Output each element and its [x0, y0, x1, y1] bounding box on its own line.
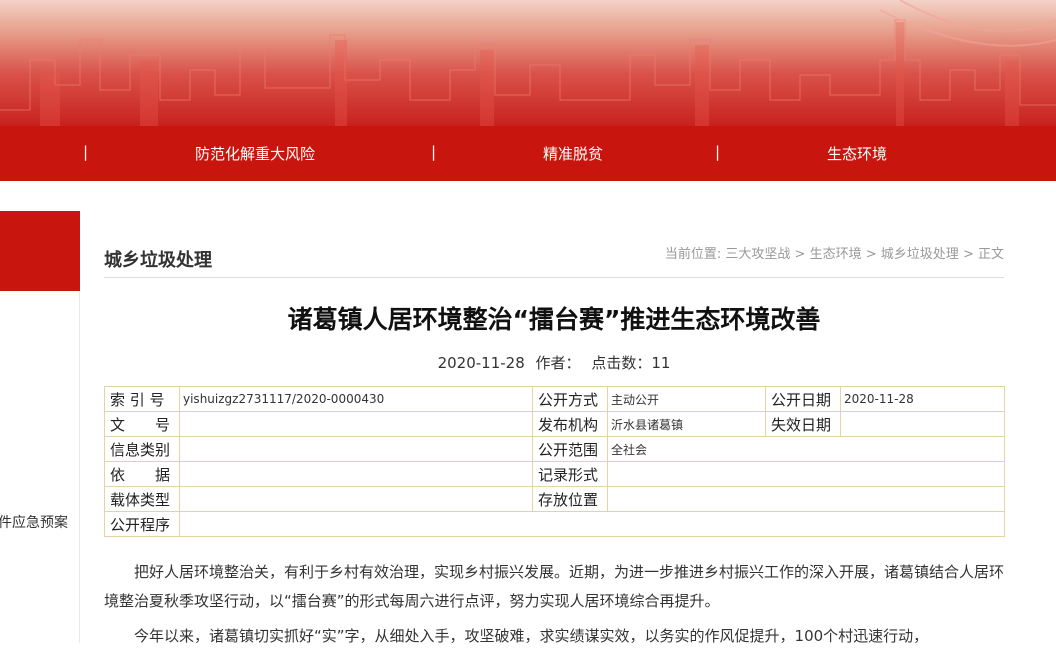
nav-item-risk[interactable]: 防范化解重大风险 — [195, 143, 315, 164]
section-divider — [104, 277, 1004, 278]
table-label: 记录形式 — [532, 461, 608, 487]
breadcrumb-item-battles[interactable]: 三大攻坚战 — [725, 247, 790, 262]
table-value — [179, 461, 533, 487]
table-label: 公开程序 — [104, 511, 180, 537]
article-hits-value: 11 — [651, 354, 671, 372]
table-label: 失效日期 — [765, 411, 841, 437]
table-value — [179, 511, 1005, 537]
table-label: 存放位置 — [532, 486, 608, 512]
table-value — [840, 411, 1005, 437]
breadcrumb: 当前位置: 三大攻坚战 > 生态环境 > 城乡垃圾处理 > 正文 — [665, 243, 1004, 262]
sidebar-divider — [79, 291, 80, 643]
table-row: 信息类别 公开范围 全社会 — [104, 436, 1005, 462]
breadcrumb-separator: > — [962, 247, 974, 262]
breadcrumb-separator: > — [794, 247, 806, 262]
breadcrumb-item-current: 正文 — [977, 247, 1004, 262]
table-label: 公开方式 — [532, 386, 608, 412]
nav-item-poverty[interactable]: 精准脱贫 — [543, 143, 603, 164]
section-title: 城乡垃圾处理 — [104, 250, 212, 271]
article-author-label: 作者： — [535, 354, 581, 372]
article-hits: 点击数：11 — [591, 354, 670, 372]
table-value: 2020-11-28 — [840, 386, 1005, 412]
header-banner — [0, 0, 1056, 126]
table-row: 公开程序 — [104, 511, 1005, 537]
table-row: 文 号 发布机构 沂水县诸葛镇 失效日期 — [104, 411, 1005, 437]
table-row: 索 引 号 yishuizgz2731117/2020-0000430 公开方式… — [104, 386, 1005, 412]
table-label: 公开范围 — [532, 436, 608, 462]
table-label: 索 引 号 — [104, 386, 180, 412]
article-paragraph: 把好人居环境整治关，有利于乡村有效治理，实现乡村振兴发展。近期，为进一步推进乡村… — [104, 563, 1005, 610]
table-label: 信息类别 — [104, 436, 180, 462]
table-value: 主动公开 — [607, 386, 766, 412]
table-value — [179, 486, 533, 512]
sidebar-link-emergency-plan[interactable]: 件应急预案 — [0, 512, 68, 532]
table-value: 全社会 — [607, 436, 1005, 462]
article-hits-label: 点击数： — [591, 354, 652, 372]
article-meta: 2020-11-28 作者： 点击数：11 — [104, 352, 1004, 373]
sidebar-header-block — [0, 211, 80, 291]
table-value: yishuizgz2731117/2020-0000430 — [179, 386, 533, 412]
table-value — [179, 411, 533, 437]
article-title: 诸葛镇人居环境整治“擂台赛”推进生态环境改善 — [287, 305, 821, 334]
table-label: 文 号 — [104, 411, 180, 437]
article-date: 2020-11-28 — [437, 354, 525, 372]
table-label: 依 据 — [104, 461, 180, 487]
table-value — [179, 436, 533, 462]
breadcrumb-item-garbage[interactable]: 城乡垃圾处理 — [881, 247, 959, 262]
table-row: 载体类型 存放位置 — [104, 486, 1005, 512]
table-label: 公开日期 — [765, 386, 841, 412]
main-nav: | 防范化解重大风险 | 精准脱贫 | 生态环境 — [0, 126, 1056, 181]
nav-separator: | — [83, 143, 89, 161]
breadcrumb-prefix: 当前位置: — [664, 247, 722, 262]
nav-item-ecology[interactable]: 生态环境 — [827, 143, 887, 164]
table-label: 发布机构 — [532, 411, 608, 437]
nav-separator: | — [715, 143, 721, 161]
breadcrumb-separator: > — [865, 247, 877, 262]
nav-separator: | — [431, 143, 437, 161]
table-value: 沂水县诸葛镇 — [607, 411, 766, 437]
city-skyline-graphic — [0, 0, 1056, 126]
table-value — [607, 486, 1005, 512]
table-row: 依 据 记录形式 — [104, 461, 1005, 487]
disclosure-info-table: 索 引 号 yishuizgz2731117/2020-0000430 公开方式… — [104, 386, 1005, 537]
breadcrumb-item-ecology[interactable]: 生态环境 — [810, 247, 862, 262]
article-paragraph: 今年以来，诸葛镇切实抓好“实”字，从细处入手，攻坚破难，求实绩谋实效，以务实的作… — [134, 627, 929, 645]
table-label: 载体类型 — [104, 486, 180, 512]
table-value — [607, 461, 1005, 487]
